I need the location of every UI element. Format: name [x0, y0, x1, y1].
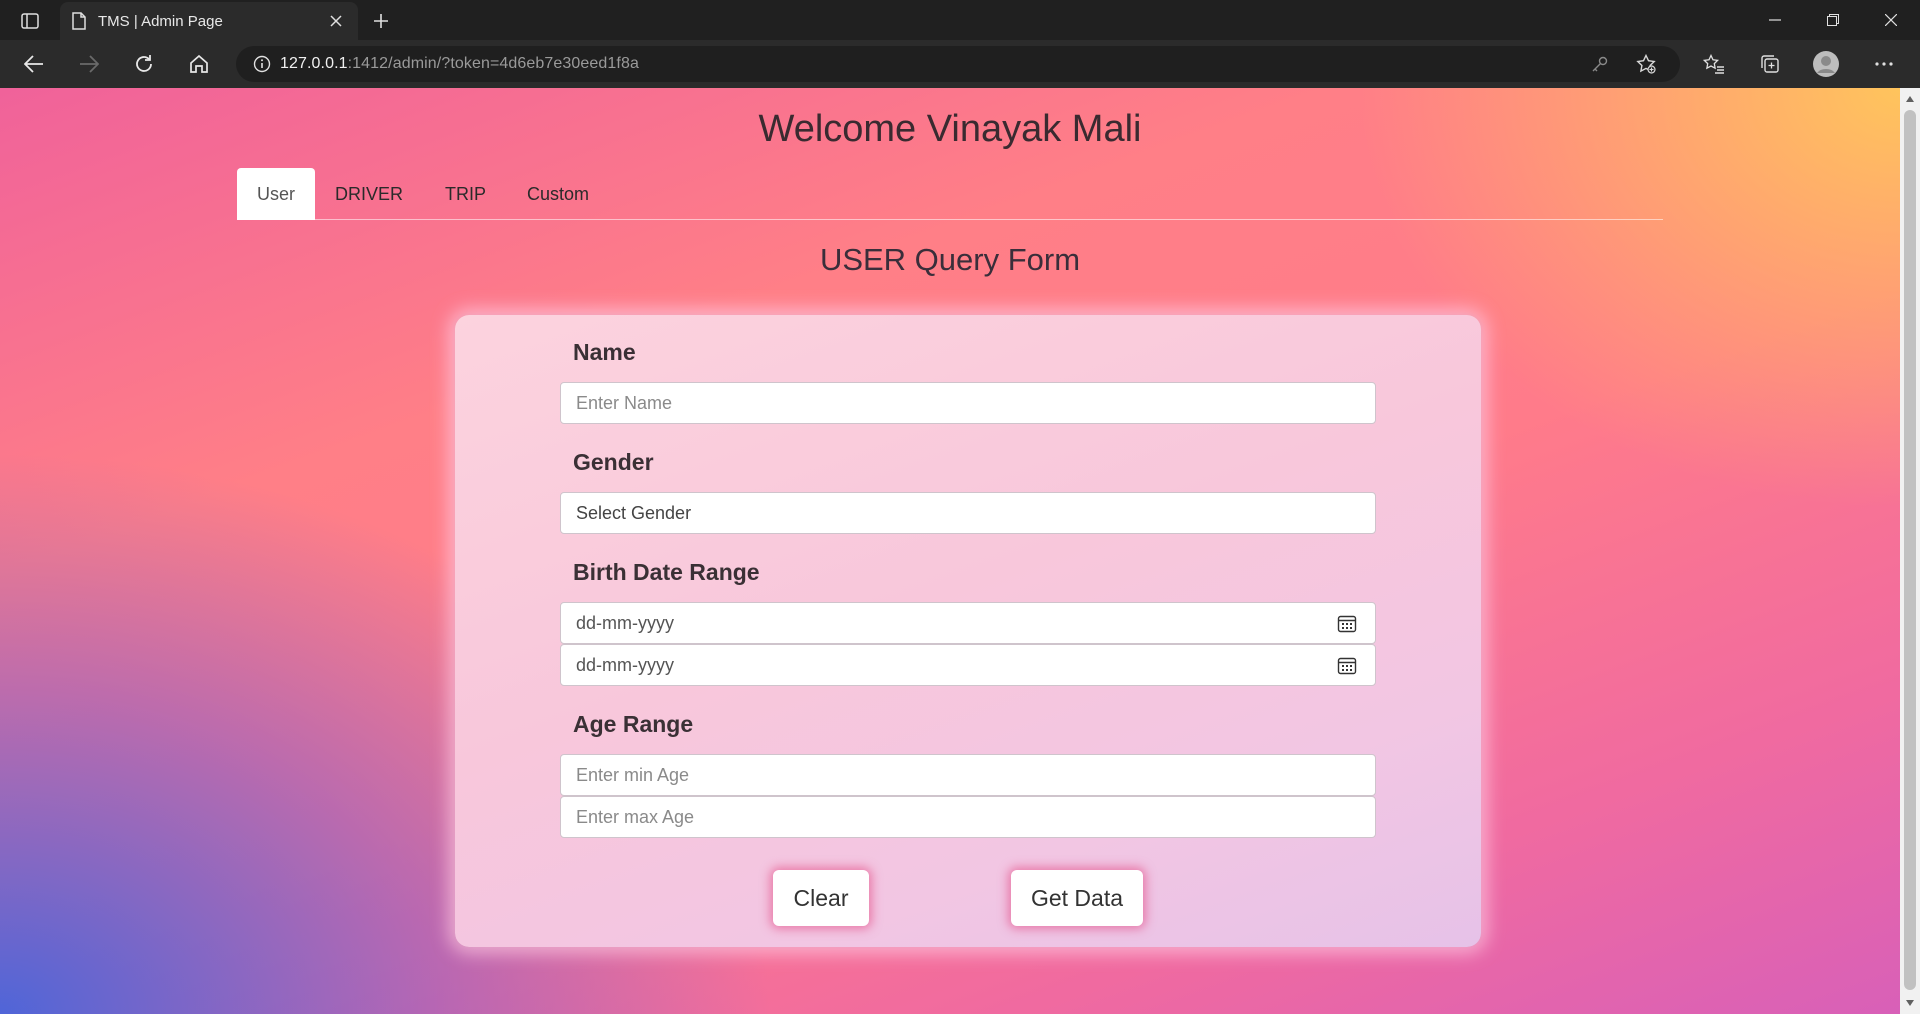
max-age-input[interactable]: Enter max Age — [560, 796, 1376, 838]
document-icon — [72, 12, 86, 30]
tab-user[interactable]: User — [237, 168, 316, 220]
site-info-icon[interactable] — [244, 46, 280, 82]
scroll-up-icon[interactable] — [1905, 94, 1915, 104]
collections-icon[interactable] — [1752, 48, 1788, 80]
page-viewport: Welcome Vinayak Mali User DRIVER TRIP Cu… — [0, 88, 1900, 1014]
name-input[interactable]: Enter Name — [560, 382, 1376, 424]
tab-driver[interactable]: DRIVER — [315, 168, 423, 220]
page-scrollbar[interactable] — [1900, 88, 1920, 1014]
gender-label: Gender — [573, 449, 654, 475]
age-range-label: Age Range — [573, 711, 694, 737]
calendar-icon[interactable] — [1337, 656, 1357, 676]
tab-title: TMS | Admin Page — [98, 12, 223, 30]
refresh-icon[interactable] — [126, 48, 162, 80]
url-text[interactable]: 127.0.0.1:1412/admin/?token=4d6eb7e30eed… — [280, 55, 639, 73]
key-icon[interactable] — [1586, 50, 1614, 78]
nav-tabs: User DRIVER TRIP Custom — [237, 168, 1663, 220]
birth-date-to-placeholder: dd-mm-yyyy — [576, 654, 674, 675]
more-options-icon[interactable] — [1866, 48, 1902, 80]
calendar-icon[interactable] — [1337, 614, 1357, 634]
close-tab-icon[interactable] — [326, 11, 346, 31]
browser-tab[interactable]: TMS | Admin Page — [60, 2, 358, 40]
birth-date-from-placeholder: dd-mm-yyyy — [576, 612, 674, 633]
forward-arrow-icon[interactable] — [71, 48, 107, 80]
close-window-icon[interactable] — [1862, 0, 1920, 40]
name-label: Name — [573, 339, 636, 365]
get-data-button[interactable]: Get Data — [1011, 870, 1143, 926]
birth-date-from-input[interactable]: dd-mm-yyyy — [560, 602, 1376, 644]
browser-tab-strip: TMS | Admin Page — [0, 0, 1920, 40]
scroll-down-icon[interactable] — [1905, 998, 1915, 1008]
clear-button[interactable]: Clear — [773, 870, 869, 926]
profile-avatar-icon[interactable] — [1808, 48, 1844, 80]
new-tab-icon[interactable] — [366, 6, 396, 36]
home-icon[interactable] — [181, 48, 217, 80]
birth-date-range-label: Birth Date Range — [573, 559, 760, 585]
tab-actions-icon[interactable] — [10, 6, 50, 36]
query-form-card: Name Enter Name Gender Select Gender Bir… — [455, 315, 1481, 947]
welcome-heading: Welcome Vinayak Mali — [758, 108, 1142, 150]
tab-custom[interactable]: Custom — [507, 168, 609, 220]
gender-select[interactable]: Select Gender — [560, 492, 1376, 534]
birth-date-to-input[interactable]: dd-mm-yyyy — [560, 644, 1376, 686]
browser-toolbar: 127.0.0.1:1412/admin/?token=4d6eb7e30eed… — [0, 40, 1920, 88]
minimize-icon[interactable] — [1746, 0, 1804, 40]
form-title: USER Query Form — [819, 242, 1081, 277]
favorites-icon[interactable] — [1696, 48, 1732, 80]
address-bar[interactable]: 127.0.0.1:1412/admin/?token=4d6eb7e30eed… — [236, 46, 1680, 82]
back-arrow-icon[interactable] — [16, 48, 52, 80]
add-favorite-icon[interactable] — [1632, 50, 1660, 78]
restore-icon[interactable] — [1804, 0, 1862, 40]
tab-trip[interactable]: TRIP — [425, 168, 506, 220]
scroll-thumb[interactable] — [1904, 110, 1916, 990]
min-age-input[interactable]: Enter min Age — [560, 754, 1376, 796]
